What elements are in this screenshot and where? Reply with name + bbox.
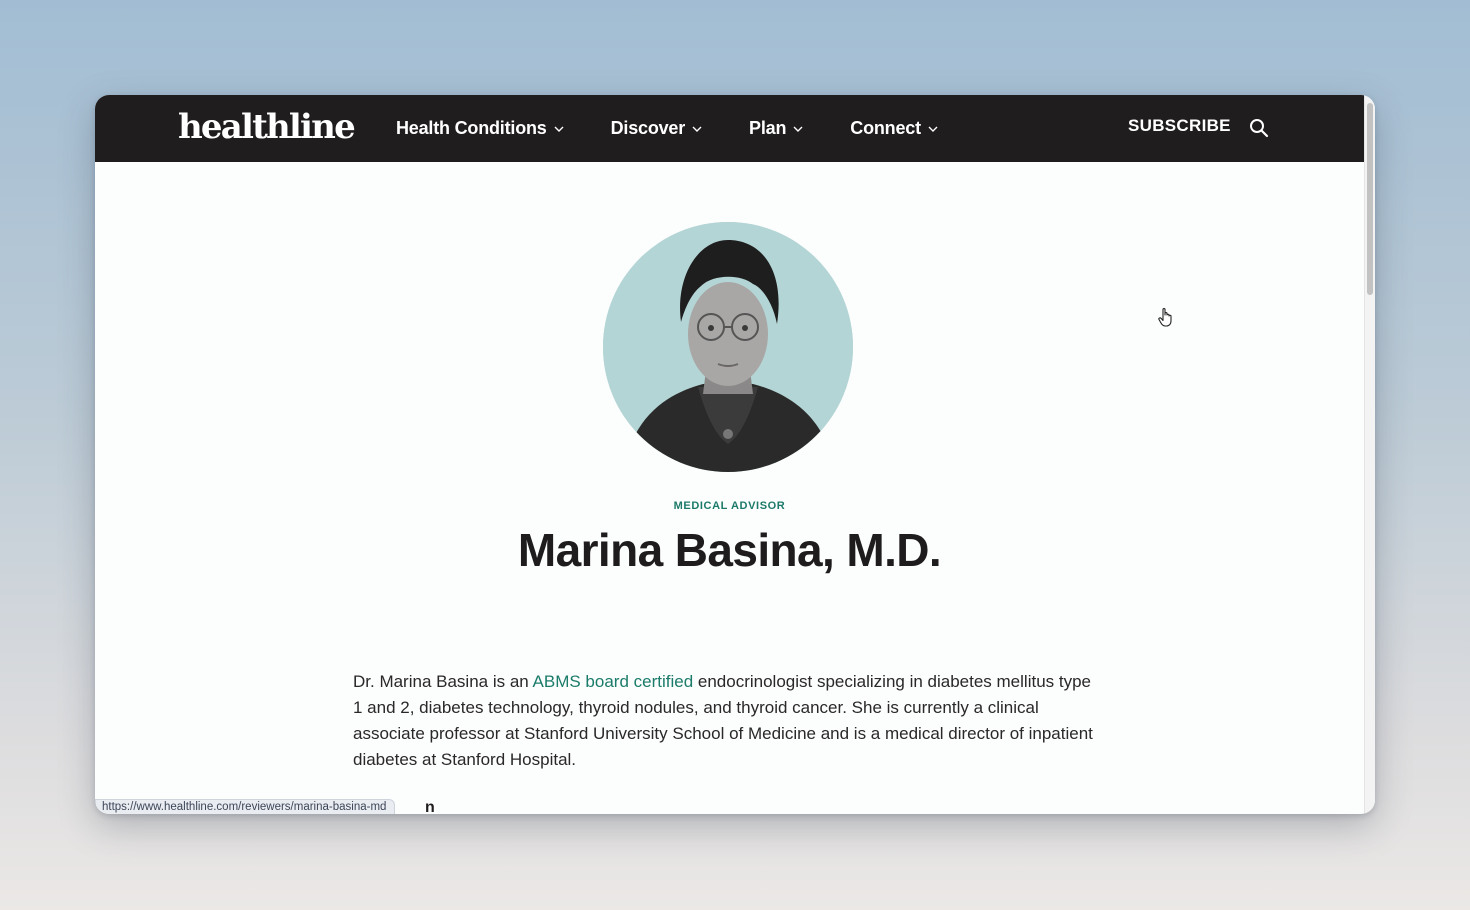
profile-name: Marina Basina, M.D.: [517, 524, 942, 576]
chevron-down-icon: [793, 126, 803, 132]
chevron-down-icon: [554, 126, 564, 132]
nav-label: Discover: [610, 118, 686, 138]
scrollbar-thumb[interactable]: [1367, 103, 1373, 295]
subscribe-button[interactable]: SUBSCRIBE: [1128, 116, 1231, 136]
profile-portrait: [603, 222, 853, 472]
abms-certification-link[interactable]: ABMS board certified: [533, 672, 694, 691]
section-heading-partial: n: [425, 799, 435, 814]
healthline-logo[interactable]: healthline: [178, 105, 356, 149]
profile-role: MEDICAL ADVISOR: [673, 500, 786, 512]
nav-health-conditions[interactable]: Health Conditions: [396, 118, 565, 139]
browser-window: healthline Health Conditions Discover Pl…: [95, 95, 1375, 814]
profile-photo: [603, 222, 853, 472]
search-icon[interactable]: [1248, 117, 1270, 139]
hand-cursor-icon: [1158, 307, 1172, 327]
profile-bio: Dr. Marina Basina is an ABMS board certi…: [353, 669, 1103, 773]
nav-label: Connect: [850, 118, 921, 138]
nav-label: Health Conditions: [396, 118, 547, 138]
main-nav: Health Conditions Discover Plan Connect: [396, 95, 985, 162]
chevron-down-icon: [692, 126, 702, 132]
nav-plan[interactable]: Plan: [749, 118, 804, 139]
nav-connect[interactable]: Connect: [850, 118, 939, 139]
nav-discover[interactable]: Discover: [611, 118, 703, 139]
bio-text-before: Dr. Marina Basina is an: [353, 672, 533, 691]
link-status-url: https://www.healthline.com/reviewers/mar…: [95, 799, 396, 814]
chevron-down-icon: [928, 126, 938, 132]
site-header: healthline Health Conditions Discover Pl…: [95, 95, 1364, 162]
nav-label: Plan: [749, 118, 787, 138]
